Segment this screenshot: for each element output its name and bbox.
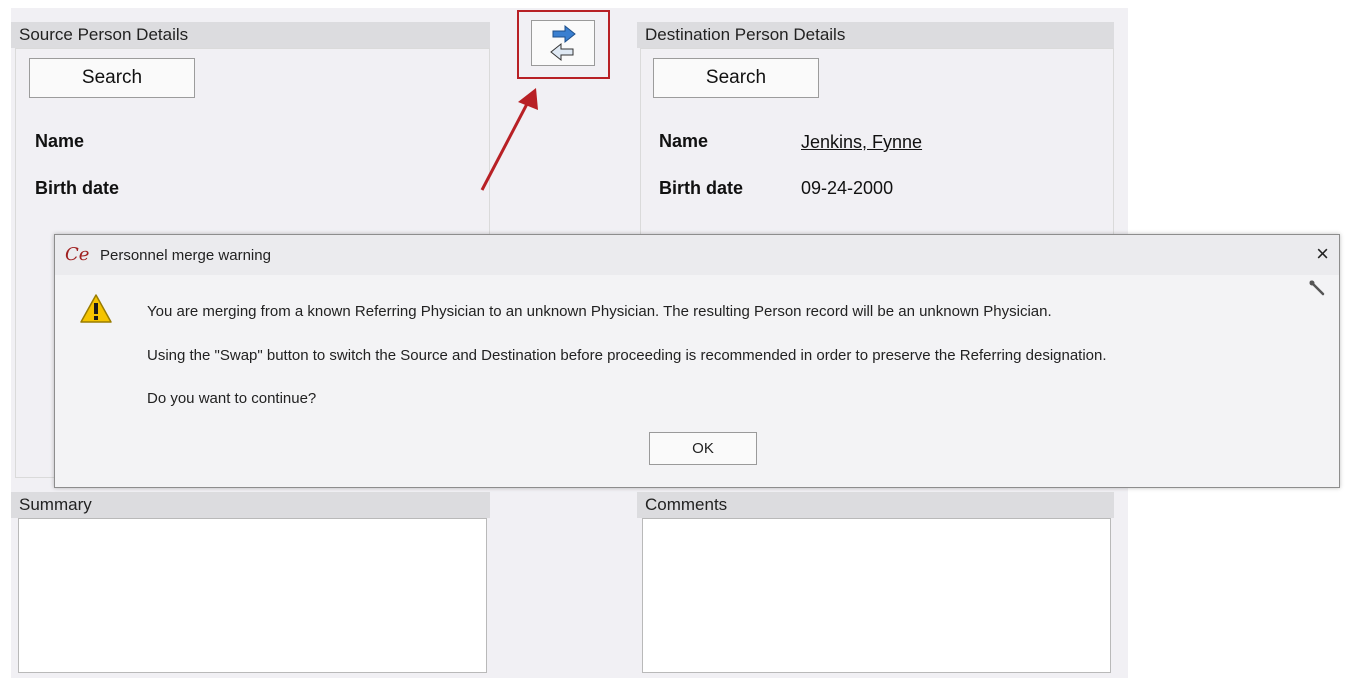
destination-birth-date-label: Birth date — [659, 178, 744, 198]
comments-header: Comments — [637, 492, 1114, 518]
warning-icon — [80, 294, 112, 323]
source-birth-date-label: Birth date — [35, 178, 120, 198]
source-search-button[interactable]: Search — [29, 58, 195, 98]
comments-textarea[interactable] — [642, 518, 1111, 673]
swap-arrows-icon — [550, 24, 576, 62]
dialog-title: Personnel merge warning — [100, 247, 271, 264]
app-logo-icon: Ce — [65, 244, 90, 265]
source-name-label: Name — [35, 131, 85, 151]
close-icon[interactable]: × — [1316, 241, 1329, 267]
destination-name-label: Name — [659, 131, 709, 151]
dialog-titlebar: Ce Personnel merge warning × — [55, 235, 1339, 275]
dialog-message-3: Do you want to continue? — [147, 390, 317, 407]
dialog-message-2: Using the "Swap" button to switch the So… — [147, 347, 1107, 364]
ok-button[interactable]: OK — [649, 432, 757, 465]
annotation-arrow — [480, 88, 538, 191]
summary-textarea[interactable] — [18, 518, 487, 673]
destination-birth-date-value: 09-24-2000 — [801, 178, 894, 198]
destination-name-link[interactable]: Jenkins, Fynne — [801, 132, 922, 153]
dialog-message-1: You are merging from a known Referring P… — [147, 303, 1052, 320]
source-panel-header: Source Person Details — [11, 22, 490, 48]
destination-search-button[interactable]: Search — [653, 58, 819, 98]
swap-button[interactable] — [531, 20, 595, 66]
destination-panel-header: Destination Person Details — [637, 22, 1114, 48]
summary-header: Summary — [11, 492, 490, 518]
merge-warning-dialog: Ce Personnel merge warning × You are mer… — [54, 234, 1340, 488]
wrench-icon — [1309, 280, 1325, 296]
